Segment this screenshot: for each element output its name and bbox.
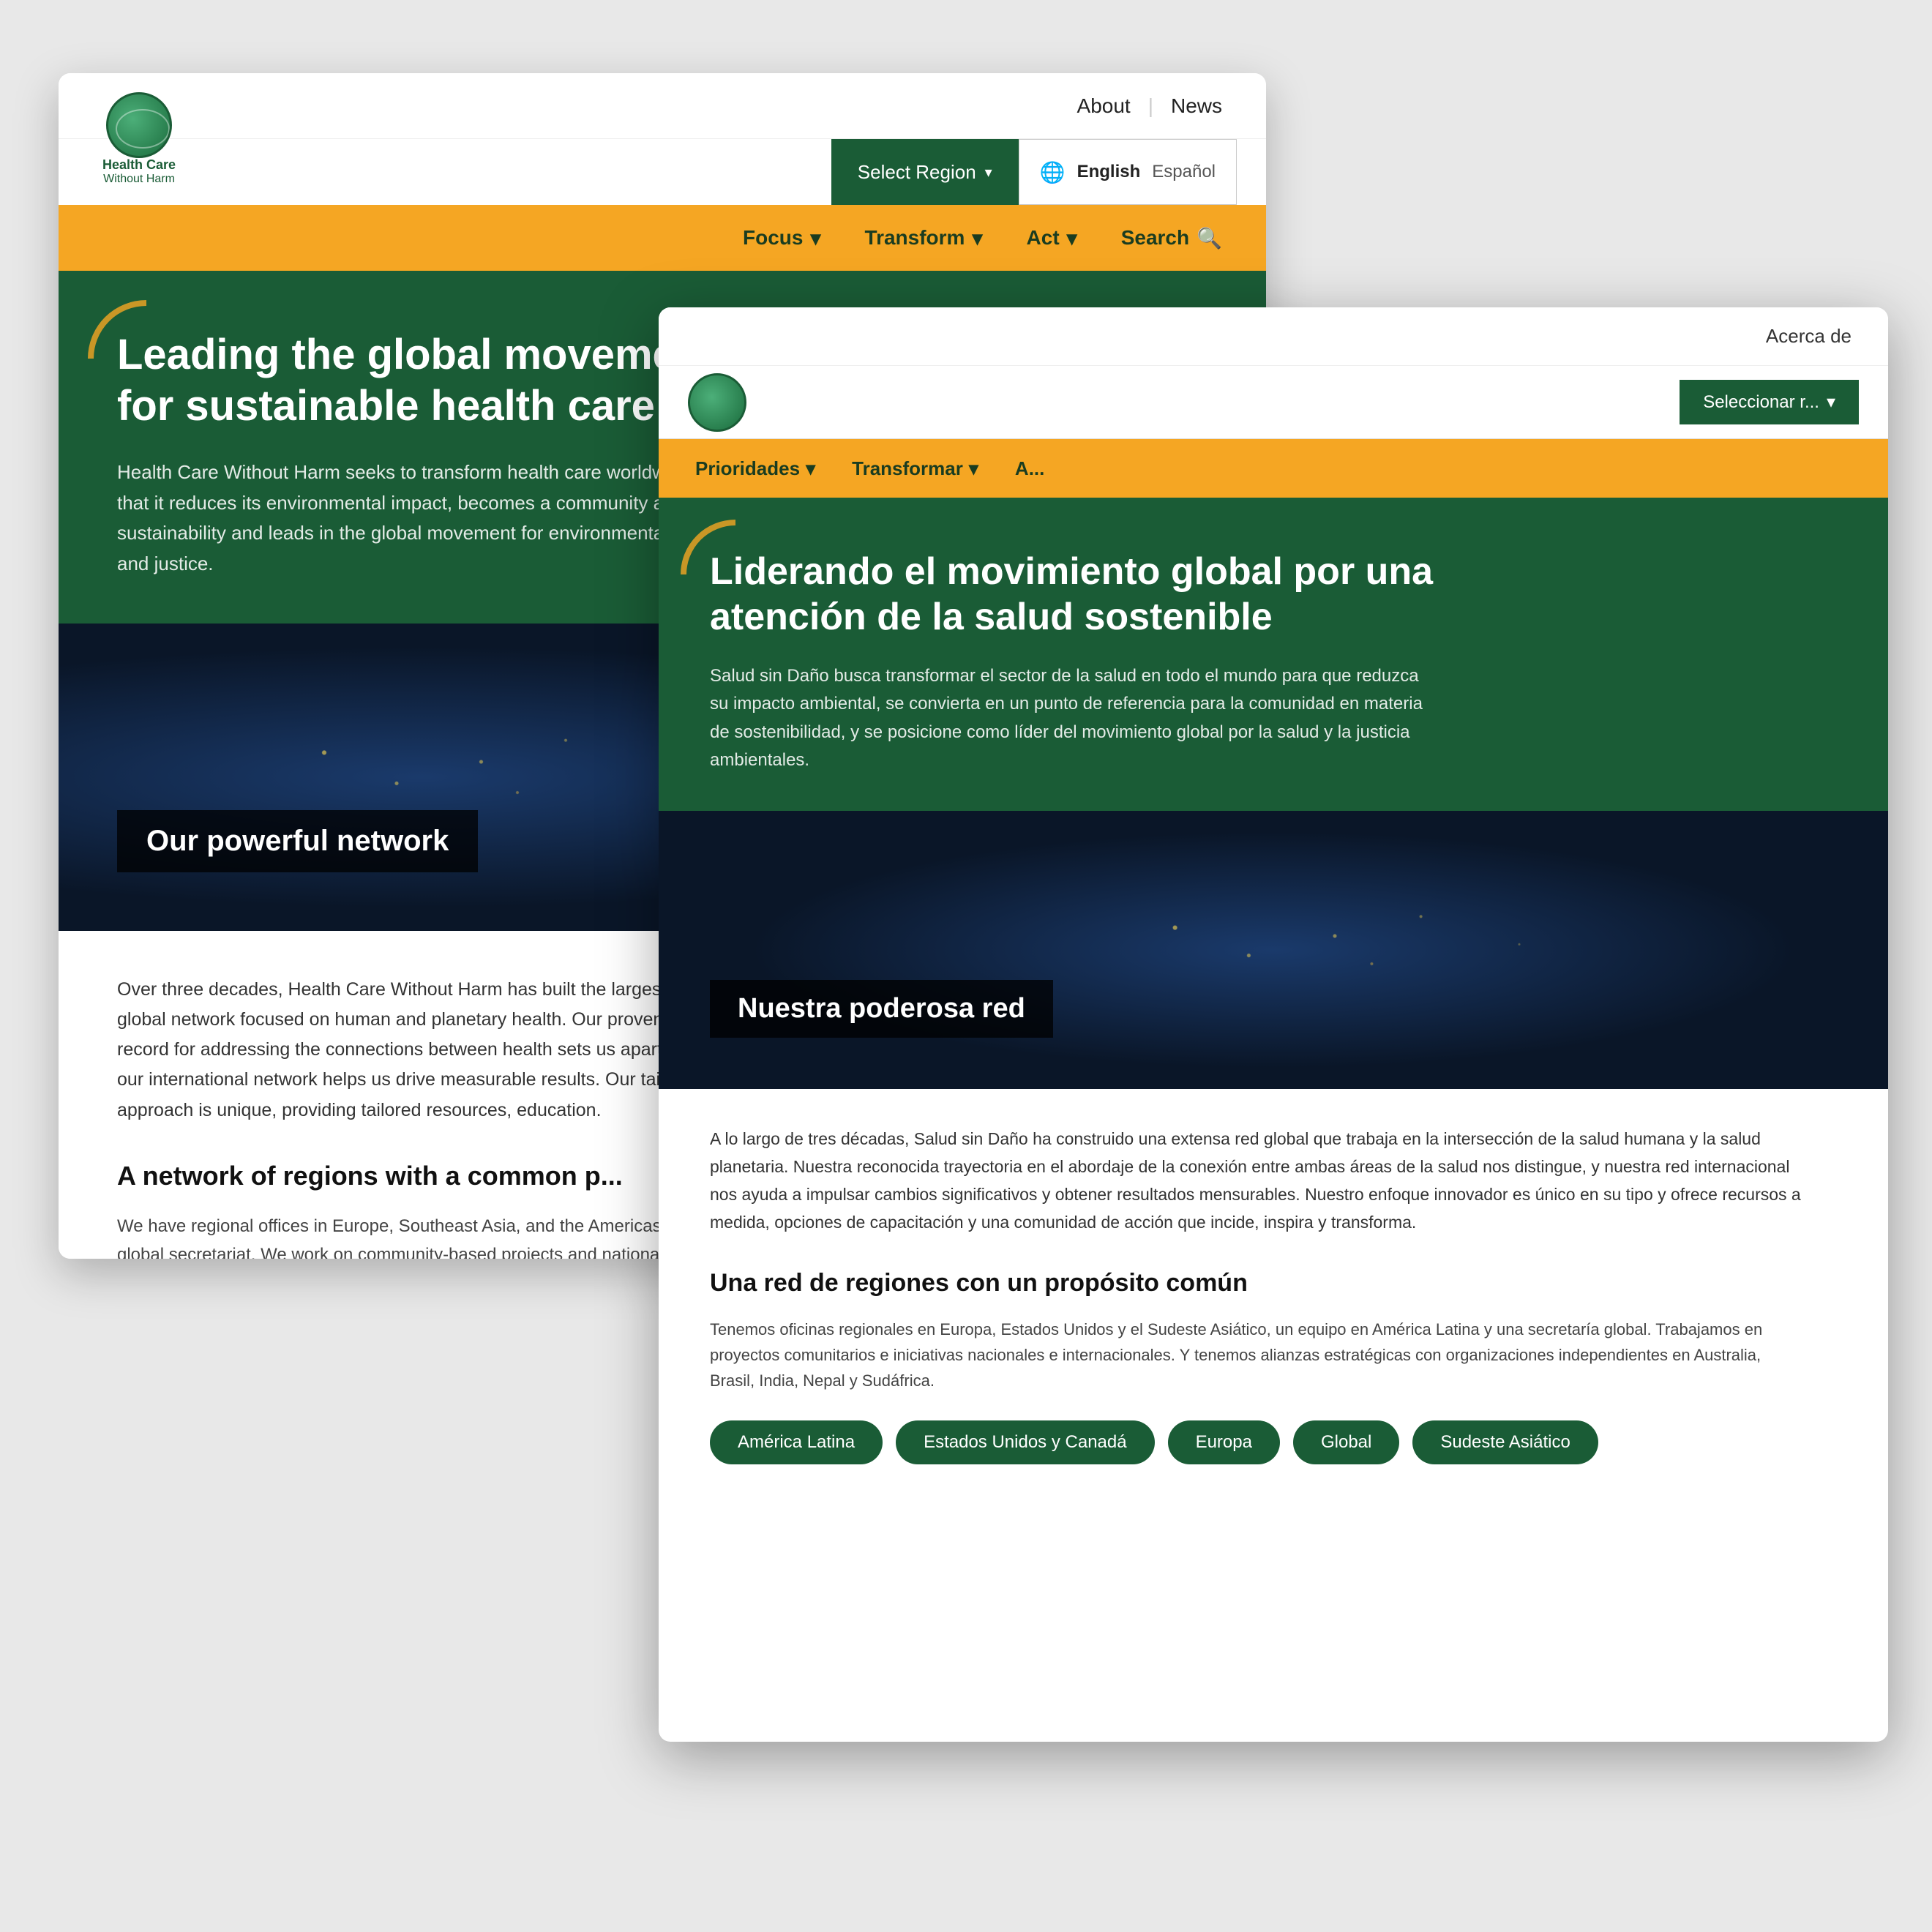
main-nav: Focus ▾ Transform ▾ Act ▾ Search 🔍: [59, 205, 1266, 271]
win2-region-btn-al-label: América Latina: [738, 1432, 855, 1452]
select-region-button[interactable]: Select Region ▾: [831, 139, 1019, 205]
win2-nav-transformar[interactable]: Transformar ▾: [852, 457, 978, 480]
nav-focus-label: Focus: [743, 226, 803, 250]
win2-network-heading: Una red de regiones con un propósito com…: [710, 1269, 1837, 1298]
win2-hero-section: Liderando el movimiento global por una a…: [659, 498, 1888, 811]
hero-body: Health Care Without Harm seeks to transf…: [117, 457, 746, 579]
win2-network-label-text: Nuestra poderosa red: [738, 993, 1025, 1024]
win2-region-buttons: América Latina Estados Unidos y Canadá E…: [710, 1420, 1837, 1464]
win2-acerca-link[interactable]: Acerca de: [1766, 325, 1852, 348]
win2-network-body: A lo largo de tres décadas, Salud sin Da…: [710, 1126, 1808, 1237]
nav-transform[interactable]: Transform ▾: [865, 226, 983, 250]
chevron-focus-icon: ▾: [810, 226, 820, 250]
logo-text-line1: Health Care: [102, 158, 176, 173]
win2-nav-a-label: A...: [1015, 457, 1044, 480]
win2-nav-prioridades-label: Prioridades: [695, 457, 800, 480]
language-selector: 🌐 English Español: [1019, 139, 1237, 205]
region-lang-bar: Select Region ▾ 🌐 English Español: [59, 139, 1266, 205]
search-icon: 🔍: [1197, 226, 1222, 250]
win2-network-subtext: Tenemos oficinas regionales en Europa, E…: [710, 1317, 1808, 1394]
logo-bar: Health Care Without Harm: [102, 73, 176, 205]
utility-bar: About | News: [59, 73, 1266, 139]
win2-utility-bar: Acerca de: [659, 307, 1888, 366]
win2-chevron-icon: ▾: [1827, 392, 1835, 413]
utility-links: About | News: [1077, 94, 1222, 118]
chevron-transform-icon: ▾: [972, 226, 982, 250]
logo-globe-icon: [106, 92, 172, 158]
nav-act[interactable]: Act ▾: [1027, 226, 1077, 250]
network-subtext: We have regional offices in Europe, Sout…: [117, 1212, 717, 1259]
win2-globe-lights: [659, 811, 1888, 1089]
divider: |: [1148, 94, 1153, 118]
nav-search-label: Search: [1121, 226, 1189, 250]
win2-region-btn-europa[interactable]: Europa: [1168, 1420, 1280, 1464]
win2-region-btn-eeuu[interactable]: Estados Unidos y Canadá: [896, 1420, 1155, 1464]
win2-nav-prioridades[interactable]: Prioridades ▾: [695, 457, 815, 480]
win2-hero-body: Salud sin Daño busca transformar el sect…: [710, 662, 1427, 775]
win2-chevron-prioridades-icon: ▾: [806, 457, 815, 480]
win2-select-region-button[interactable]: Seleccionar r... ▾: [1680, 380, 1859, 424]
win2-logo-globe-icon: [688, 373, 746, 432]
win2-region-btn-sudeste-label: Sudeste Asiático: [1440, 1432, 1570, 1452]
win2-chevron-transformar-icon: ▾: [969, 457, 978, 480]
win2-globe-section: Nuestra poderosa red: [659, 811, 1888, 1089]
nav-search[interactable]: Search 🔍: [1121, 226, 1222, 250]
lang-english[interactable]: English: [1077, 162, 1141, 182]
network-label-text: Our powerful network: [146, 825, 449, 857]
win2-logo[interactable]: [688, 373, 746, 432]
chevron-act-icon: ▾: [1067, 226, 1077, 250]
win2-select-region-label: Seleccionar r...: [1703, 392, 1819, 413]
win2-network-label: Nuestra poderosa red: [710, 980, 1053, 1038]
spanish-window: Acerca de Seleccionar r... ▾ Prioridades…: [659, 307, 1888, 1742]
network-body: Over three decades, Health Care Without …: [117, 975, 717, 1126]
win2-region-btn-sudeste[interactable]: Sudeste Asiático: [1412, 1420, 1598, 1464]
about-link[interactable]: About: [1077, 94, 1131, 118]
win2-region-btn-global[interactable]: Global: [1293, 1420, 1399, 1464]
flag-icon: 🌐: [1040, 160, 1066, 184]
win2-nav-a[interactable]: A...: [1015, 457, 1044, 480]
lang-spanish[interactable]: Español: [1152, 162, 1216, 182]
logo[interactable]: Health Care Without Harm: [102, 92, 176, 186]
chevron-down-icon: ▾: [985, 163, 992, 181]
win2-region-btn-global-label: Global: [1321, 1432, 1371, 1452]
nav-act-label: Act: [1027, 226, 1060, 250]
win2-region-btn-europa-label: Europa: [1196, 1432, 1252, 1452]
win2-hero-title: Liderando el movimiento global por una a…: [710, 549, 1515, 640]
win2-main-nav: Prioridades ▾ Transformar ▾ A...: [659, 439, 1888, 498]
win2-content-section: A lo largo de tres décadas, Salud sin Da…: [659, 1089, 1888, 1500]
nav-transform-label: Transform: [865, 226, 965, 250]
network-label: Our powerful network: [117, 810, 478, 872]
win2-nav-transformar-label: Transformar: [852, 457, 963, 480]
news-link[interactable]: News: [1171, 94, 1222, 118]
win2-region-btn-eeuu-label: Estados Unidos y Canadá: [924, 1432, 1127, 1452]
win2-header: Seleccionar r... ▾: [659, 366, 1888, 439]
logo-text-line2: Without Harm: [103, 173, 175, 186]
select-region-label: Select Region: [858, 161, 976, 184]
win2-region-btn-americalatina[interactable]: América Latina: [710, 1420, 883, 1464]
nav-focus[interactable]: Focus ▾: [743, 226, 821, 250]
